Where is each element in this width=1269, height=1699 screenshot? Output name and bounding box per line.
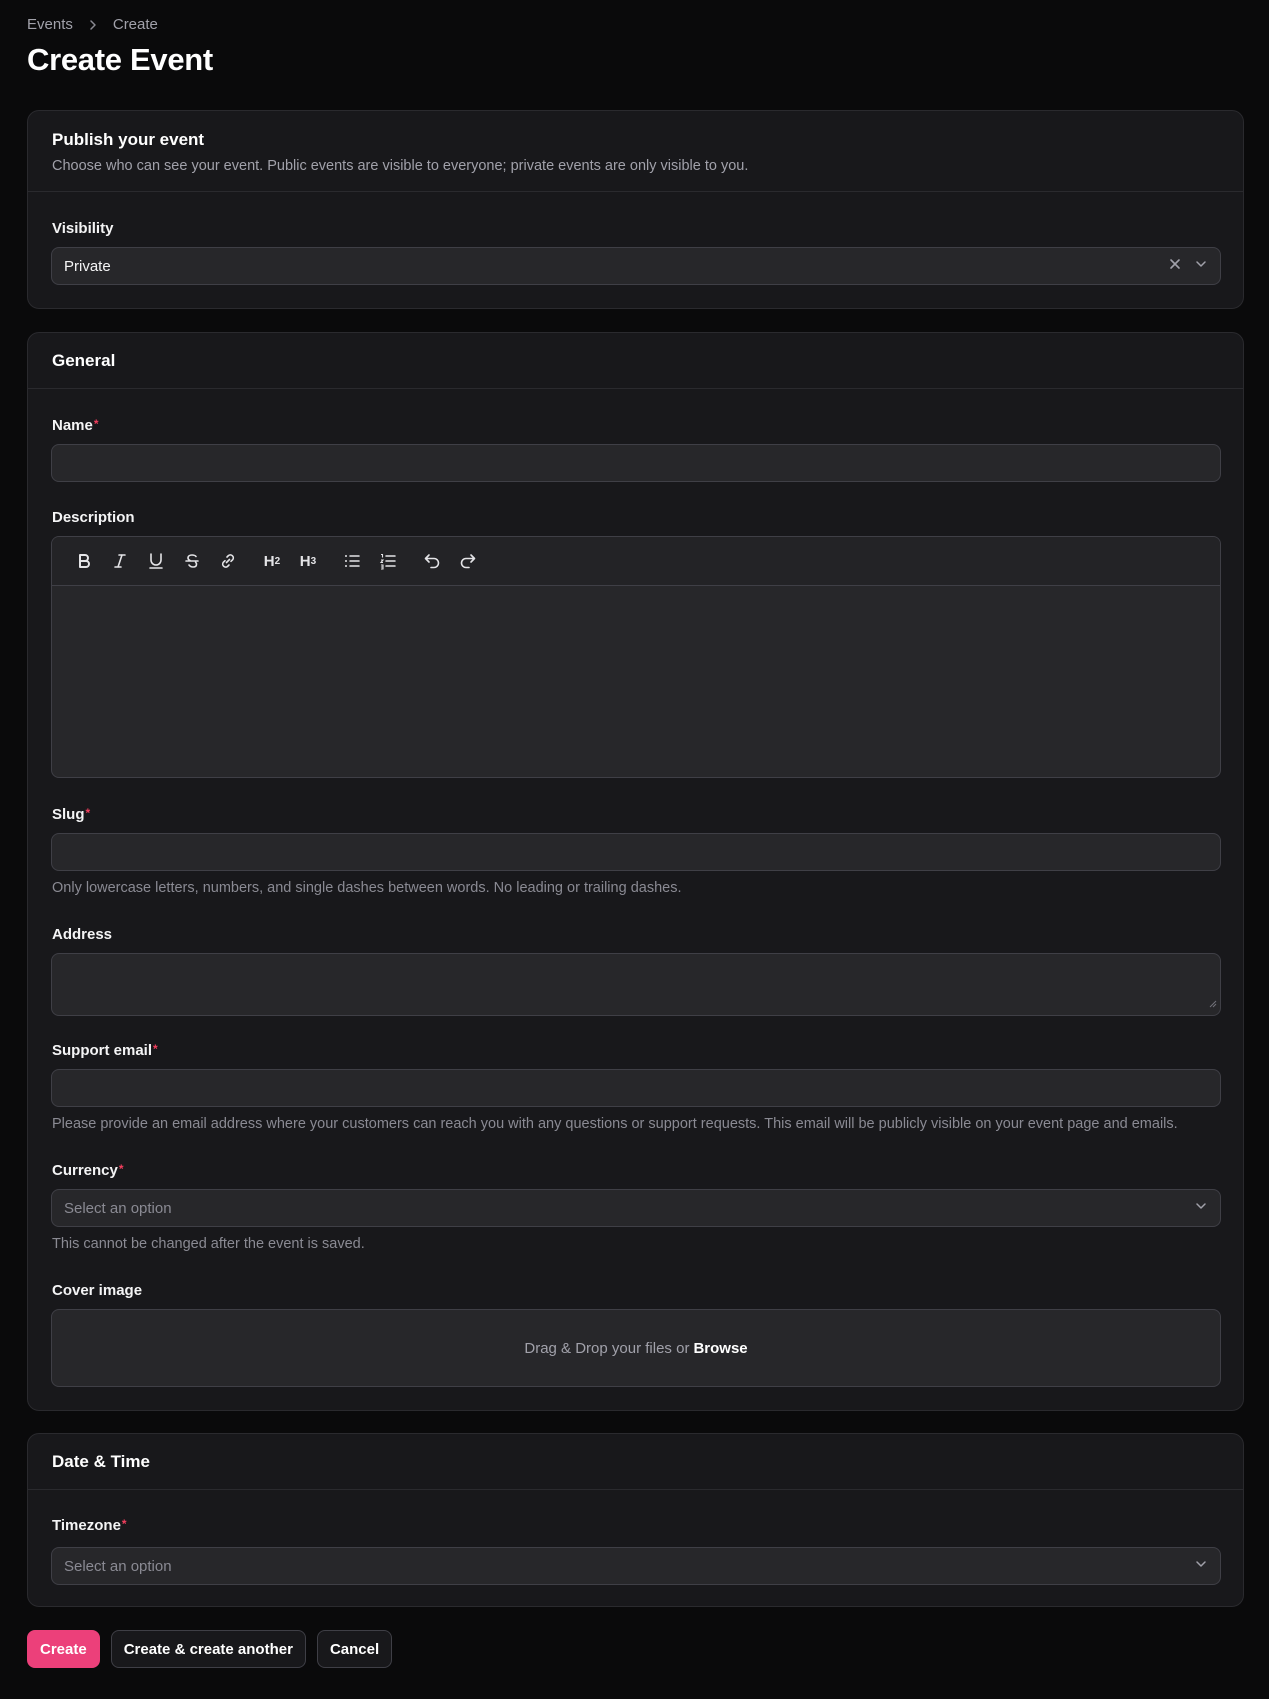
description-label: Description	[52, 509, 135, 526]
ordered-list-icon[interactable]	[370, 543, 406, 579]
slug-hint: Only lowercase letters, numbers, and sin…	[52, 880, 682, 896]
timezone-placeholder: Select an option	[64, 1557, 172, 1575]
support-email-label-text: Support email	[52, 1042, 153, 1059]
name-input[interactable]	[51, 444, 1221, 482]
heading-2-level: 2	[274, 555, 281, 567]
create-another-button[interactable]: Create & create another	[110, 1630, 306, 1668]
support-email-hint: Please provide an email address where yo…	[52, 1116, 1178, 1132]
required-mark: *	[85, 806, 91, 820]
chevron-down-icon	[1194, 1199, 1208, 1217]
browse-link[interactable]: Browse	[693, 1340, 747, 1357]
required-mark: *	[153, 1042, 158, 1056]
chevron-down-icon[interactable]	[1194, 257, 1208, 275]
heading-2-icon[interactable]: H2	[254, 543, 290, 579]
address-textarea[interactable]	[51, 953, 1221, 1016]
datetime-section: Date & Time Timezone* Select an option	[27, 1433, 1244, 1607]
timezone-label-text: Timezone	[52, 1517, 121, 1534]
required-mark: *	[118, 1162, 124, 1176]
currency-hint: This cannot be changed after the event i…	[52, 1236, 365, 1252]
cover-image-label: Cover image	[52, 1282, 143, 1299]
publish-section-header: Publish your event Choose who can see yo…	[28, 111, 1243, 192]
redo-icon[interactable]	[450, 543, 486, 579]
breadcrumb: Events Create	[27, 16, 158, 33]
visibility-label: Visibility	[52, 220, 114, 237]
heading-3-icon[interactable]: H3	[290, 543, 326, 579]
support-email-input[interactable]	[51, 1069, 1221, 1107]
datetime-section-title: Date & Time	[52, 1451, 150, 1471]
slug-input[interactable]	[51, 833, 1221, 871]
chevron-down-icon	[1194, 1557, 1208, 1575]
visibility-value: Private	[64, 257, 111, 275]
breadcrumb-events-link[interactable]: Events	[27, 16, 73, 33]
form-actions: Create Create & create another Cancel	[27, 1630, 393, 1668]
publish-section-title: Publish your event	[52, 130, 205, 149]
name-label-text: Name	[52, 417, 93, 434]
datetime-section-header: Date & Time	[28, 1434, 1243, 1490]
heading-2-label: H	[263, 552, 275, 570]
support-email-label: Support email*	[52, 1042, 158, 1059]
publish-section-description: Choose who can see your event. Public ev…	[52, 158, 749, 174]
description-editor: H2 H3	[51, 536, 1221, 778]
bullet-list-icon[interactable]	[334, 543, 370, 579]
address-label: Address	[52, 926, 113, 943]
general-section-header: General	[28, 333, 1243, 389]
heading-3-label: H	[299, 552, 311, 570]
dropzone-text: Drag & Drop your files or	[524, 1339, 690, 1357]
editor-toolbar: H2 H3	[52, 537, 1220, 586]
undo-icon[interactable]	[414, 543, 450, 579]
resize-handle-icon[interactable]	[1209, 995, 1217, 1012]
timezone-select[interactable]: Select an option	[51, 1547, 1221, 1585]
bold-icon[interactable]	[66, 543, 102, 579]
general-section-title: General	[52, 350, 116, 370]
currency-label-text: Currency	[52, 1162, 118, 1179]
link-icon[interactable]	[210, 543, 246, 579]
slug-label-text: Slug	[52, 806, 85, 823]
slug-label: Slug*	[52, 806, 90, 823]
currency-placeholder: Select an option	[64, 1199, 172, 1217]
general-section: General Name* Description H 2 H 3 Slug* …	[27, 332, 1244, 1411]
create-button[interactable]: Create	[27, 1630, 100, 1668]
cover-image-dropzone[interactable]: Drag & Drop your files or Browse	[51, 1309, 1221, 1387]
visibility-select[interactable]: Private	[51, 247, 1221, 285]
description-content-area[interactable]	[52, 586, 1220, 777]
breadcrumb-current: Create	[112, 16, 158, 33]
currency-select[interactable]: Select an option	[51, 1189, 1221, 1227]
italic-icon[interactable]	[102, 543, 138, 579]
required-mark: *	[121, 1517, 127, 1531]
chevron-right-icon	[87, 19, 99, 31]
heading-3-level: 3	[310, 555, 317, 567]
clear-icon[interactable]	[1168, 257, 1182, 275]
underline-icon[interactable]	[138, 543, 174, 579]
cancel-button[interactable]: Cancel	[316, 1630, 393, 1668]
strikethrough-icon[interactable]	[174, 543, 210, 579]
currency-label: Currency*	[52, 1162, 124, 1179]
publish-section: Publish your event Choose who can see yo…	[27, 110, 1244, 309]
required-mark: *	[93, 417, 99, 431]
name-label: Name*	[52, 417, 99, 434]
page-title: Create Event	[27, 42, 213, 77]
timezone-label: Timezone*	[52, 1517, 127, 1534]
